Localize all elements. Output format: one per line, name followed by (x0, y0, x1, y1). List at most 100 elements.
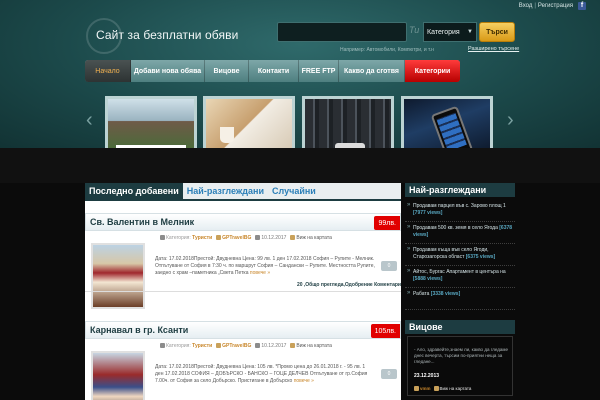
register-link[interactable]: Регистрация (538, 3, 573, 9)
listing-description: Дата: 17.02.2018Престой: Двудневна Цена:… (155, 364, 375, 385)
category-link[interactable]: Туристи (192, 343, 212, 349)
user-icon (414, 386, 419, 392)
nav-categories[interactable]: Категории (405, 60, 460, 82)
sidebar-item[interactable]: Рабата [3338 views] (405, 288, 515, 310)
calendar-icon (255, 235, 261, 241)
listing-meta: Категория: Туристи GPTravelBG 10.12.2017… (160, 343, 332, 349)
top-links: Вход | Регистрация f (519, 1, 586, 10)
joke-box: - Ало, здравейте,знаем ли, какво да глед… (407, 336, 513, 396)
description-text: Дата: 17.02.2018Престой: Двудневна Цена:… (155, 364, 368, 384)
more-link[interactable]: повече » (294, 378, 314, 384)
sidebar-item-text: Продавам 500 кв. земя в село Ягода (413, 225, 498, 231)
listing-category: Категория: Туристи (160, 235, 212, 241)
listing-title[interactable]: Св. Валентин в Мелник (90, 217, 194, 227)
map-text: Виж на картата (296, 235, 332, 241)
divider (85, 291, 401, 292)
category-select-value: Категория (427, 28, 460, 36)
map-icon (290, 235, 296, 241)
nav-home[interactable]: Начало (85, 60, 131, 82)
map-link[interactable]: Виж на картата (290, 235, 332, 241)
sidebar-item-views: [6375 views] (465, 253, 496, 260)
sidebar-item-views: [5888 views] (413, 275, 443, 282)
listing-date: 10.12.2017 (255, 343, 286, 349)
listing-image[interactable] (91, 243, 145, 309)
chevron-down-icon: ▼ (467, 29, 473, 35)
user-icon (216, 235, 222, 241)
top-separator: | (534, 2, 536, 9)
joke-text: - Ало, здравейте,знаем ли, какво да глед… (414, 347, 508, 364)
listing-user[interactable]: GPTravelBG (216, 235, 251, 241)
sidebar-item[interactable]: Продавам къща във село Ягоди, Старозагор… (405, 244, 515, 266)
search-input[interactable] (277, 22, 407, 42)
date-text: 10.12.2017 (261, 343, 287, 349)
listing-footer: 20 ,Общо прегледа,Одобрение Коментари (296, 282, 401, 288)
nav-what-to-cook[interactable]: Какво да сготвя (339, 60, 405, 82)
most-viewed-list: Продавам парцел във с. Зарово площ 1 [79… (405, 200, 515, 310)
listing-title[interactable]: Карнавал в гр. Ксанти (90, 325, 188, 335)
main-nav: Начало Добави нова обява Вицове Контакти… (85, 60, 460, 82)
search-go-label: Ти (409, 25, 420, 35)
nav-free-ftp[interactable]: FREE FTP (299, 60, 339, 82)
slider-prev-icon[interactable]: ‹ (86, 108, 94, 132)
tab-most-viewed[interactable]: Най-разглеждани (183, 183, 268, 199)
user-icon (216, 343, 222, 349)
folder-icon (160, 343, 165, 349)
nav-contacts[interactable]: Контакти (249, 60, 299, 82)
sidebar: Най-разглеждани Продавам парцел във с. З… (405, 183, 515, 400)
category-select[interactable]: Категория ▼ (423, 22, 477, 42)
user-name: GPTravelBG (222, 235, 252, 241)
date-text: 10.12.2017 (261, 235, 287, 241)
folder-icon (160, 235, 165, 241)
comment-count-badge: 0 (381, 261, 397, 271)
more-link[interactable]: повече » (250, 270, 270, 276)
listing-user[interactable]: GPTravelBG (216, 343, 251, 349)
comment-count-badge: 0 (381, 369, 397, 379)
tab-latest[interactable]: Последно добавени (85, 183, 183, 199)
sidebar-item-views: [7977 views] (413, 209, 443, 216)
search-hint: Например: Автомобили, Компютри, и т.н (340, 47, 434, 53)
sidebar-most-viewed-title: Най-разглеждани (405, 183, 515, 197)
dark-band (0, 148, 600, 183)
header: Вход | Регистрация f Сайт за безплатни о… (0, 0, 600, 164)
calendar-icon (255, 343, 261, 349)
login-link[interactable]: Вход (519, 3, 533, 9)
sidebar-item[interactable]: Продавам 500 кв. земя в село Ягода [6378… (405, 222, 515, 244)
map-text: Виж на картата (296, 343, 332, 349)
site-title[interactable]: Сайт за безплатни обяви (96, 28, 238, 42)
user-name: GPTravelBG (222, 343, 252, 349)
advanced-search-link[interactable]: Разширено търсене (468, 46, 519, 52)
joke-meta: vmm Виж на картата (414, 386, 472, 392)
nav-add-listing[interactable]: Добави нова обява (131, 60, 205, 82)
joke-date: 23.12.2013 (414, 373, 440, 379)
cup-shape (220, 127, 234, 143)
joke-map-link[interactable]: Виж на картата (433, 386, 472, 392)
listing-image[interactable] (91, 351, 145, 400)
tab-random[interactable]: Случайни (268, 183, 320, 199)
joke-user-name: vmm (420, 386, 431, 391)
joke-map-text: Виж на картата (439, 386, 472, 391)
map-icon (290, 343, 296, 349)
sidebar-item-text: Рабата (413, 291, 430, 297)
category-label: Категория: (166, 343, 191, 349)
sidebar-item[interactable]: Продавам парцел във с. Зарово площ 1 [79… (405, 200, 515, 222)
map-link[interactable]: Виж на картата (290, 343, 332, 349)
listing-category: Категория: Туристи (160, 343, 212, 349)
listing-description: Дата: 17.02.2018Престой: Двудневна Цена:… (155, 256, 375, 277)
listing-meta: Категория: Туристи GPTravelBG 10.12.2017… (160, 235, 332, 241)
listing-title-bar: Карнавал в гр. Ксанти 105лв. (85, 321, 401, 339)
category-label: Категория: (166, 235, 191, 241)
slider-next-icon[interactable]: › (507, 108, 515, 132)
search-button[interactable]: Търси (479, 22, 515, 42)
nav-jokes[interactable]: Вицове (205, 60, 249, 82)
sidebar-item-views: [3338 views] (430, 291, 461, 297)
sidebar-item-text: Продавам парцел във с. Зарово площ 1 (413, 203, 506, 209)
sidebar-item-text: Айтос, Бургас Апартамент в центъра на (413, 269, 506, 275)
price-badge: 99лв. (374, 216, 400, 230)
category-link[interactable]: Туристи (192, 235, 212, 241)
map-icon (433, 386, 439, 392)
facebook-icon[interactable]: f (578, 1, 586, 10)
joke-user[interactable]: vmm (414, 386, 431, 392)
price-badge: 105лв. (370, 324, 400, 338)
sidebar-item[interactable]: Айтос, Бургас Апартамент в центъра на [5… (405, 266, 515, 288)
sidebar-jokes-title: Вицове (405, 320, 515, 334)
